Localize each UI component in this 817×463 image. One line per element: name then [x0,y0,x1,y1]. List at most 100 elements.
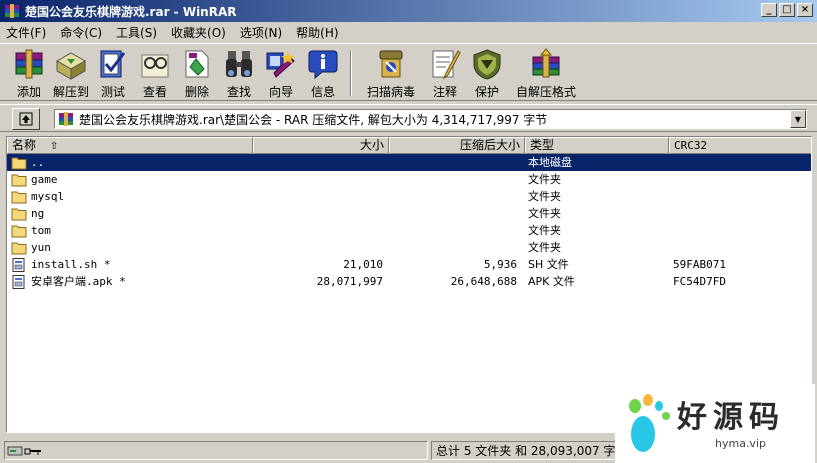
maximize-button[interactable]: □ [779,3,795,17]
folder-icon [11,242,27,254]
test-label: 测试 [100,85,125,99]
path-text: 楚国公会友乐棋牌游戏.rar\楚国公会 - RAR 压缩文件, 解包大小为 4,… [79,112,548,127]
parent-folder-icon [11,157,27,169]
sort-ascending-icon: ⇧ [49,141,59,152]
protect-button[interactable]: 保护 [466,44,508,100]
file-name-cell: mysql [11,188,64,205]
folder-icon [11,191,27,203]
column-type[interactable]: 类型 [525,137,669,154]
comment-button[interactable]: 注释 [424,44,466,100]
file-row[interactable]: ng 文件夹 [7,205,811,222]
delete-label: 删除 [184,85,209,99]
file-name: ng [31,207,45,220]
file-packed-size [387,239,517,256]
file-name-cell: 安卓客户端.apk * [11,273,126,290]
drive-icon [7,446,41,455]
column-name-label: 名称 [12,138,37,152]
file-name: yun [31,241,51,254]
file-row[interactable]: yun 文件夹 [7,239,811,256]
folder-icon [11,208,27,220]
file-type: 本地磁盘 [528,156,572,169]
window-controls: _ □ × [759,3,813,17]
view-button[interactable]: 查看 [134,44,176,100]
file-type: SH 文件 [528,258,569,271]
file-size: 28,071,997 [316,275,383,288]
file-name: .. [31,154,45,171]
watermark-url: hyma.vip [715,437,766,450]
file-type: 文件夹 [528,207,561,220]
column-size[interactable]: 大小 [253,137,389,154]
column-name[interactable]: 名称 ⇧ [7,137,253,154]
file-packed-size [387,154,517,171]
file-name-cell: tom [11,222,51,239]
extract-to-icon [55,52,87,80]
file-type: 文件夹 [528,173,561,186]
close-button[interactable]: × [797,3,813,17]
column-header: 名称 ⇧ 大小 压缩后大小 类型 CRC32 [7,137,811,154]
file-row[interactable]: mysql 文件夹 [7,188,811,205]
comment-icon [432,50,461,80]
arrow-up-icon [19,112,33,126]
delete-icon [185,50,209,78]
file-type: 文件夹 [528,241,561,254]
window-title: 楚国公会友乐棋牌游戏.rar - WinRAR [25,4,237,19]
add-archive-icon [15,49,43,79]
sfx-label: 自解压格式 [515,85,576,99]
menu-file[interactable]: 文件(F) [6,24,46,41]
status-summary: 总计 5 文件夹 和 28,093,007 字节 [436,444,628,458]
file-size [253,171,383,188]
menu-tools[interactable]: 工具(S) [116,24,157,41]
file-size [253,239,383,256]
column-packed[interactable]: 压缩后大小 [389,137,525,154]
up-one-level-button[interactable] [12,108,40,130]
test-button[interactable]: 测试 [92,44,134,100]
sfx-button[interactable]: 自解压格式 [508,44,584,100]
file-row[interactable]: tom 文件夹 [7,222,811,239]
wizard-icon [266,51,295,78]
wizard-button[interactable]: 向导 [260,44,302,100]
file-row[interactable]: .. 本地磁盘 [7,154,811,171]
watermark: 好源码 hyma.vip [615,384,815,463]
file-packed-size [387,205,517,222]
test-icon [100,50,126,78]
menu-help[interactable]: 帮助(H) [296,24,338,41]
file-name-cell: install.sh * [11,256,110,273]
file-size [253,205,383,222]
status-left-panel [4,441,428,460]
file-size [253,154,383,171]
watermark-text: 好源码 [677,400,785,435]
file-type: APK 文件 [528,275,575,288]
address-bar: 楚国公会友乐棋牌游戏.rar\楚国公会 - RAR 压缩文件, 解包大小为 4,… [0,104,817,132]
virus-scan-label: 扫描病毒 [366,85,415,99]
file-name-cell: game [11,171,58,188]
menu-commands[interactable]: 命令(C) [60,24,102,41]
menu-options[interactable]: 选项(N) [240,24,282,41]
path-dropdown-button[interactable]: ▼ [790,110,806,128]
column-crc32[interactable]: CRC32 [669,137,811,154]
path-field[interactable]: 楚国公会友乐棋牌游戏.rar\楚国公会 - RAR 压缩文件, 解包大小为 4,… [54,109,807,129]
file-size: 21,010 [343,258,383,271]
file-packed-size [387,188,517,205]
virus-scan-button[interactable]: 扫描病毒 [358,44,424,100]
file-size [253,222,383,239]
file-size [253,188,383,205]
rar-archive-icon [59,112,73,126]
title-bar[interactable]: 楚国公会友乐棋牌游戏.rar - WinRAR _ □ × [0,0,817,22]
file-type: 文件夹 [528,224,561,237]
file-icon [12,257,25,272]
find-button[interactable]: 查找 [218,44,260,100]
wizard-label: 向导 [268,85,293,99]
info-button[interactable]: 信息 [302,44,344,100]
folder-icon [11,174,27,186]
file-packed-size [387,171,517,188]
file-row[interactable]: install.sh * 21,010 5,936 SH 文件 59FAB071 [7,256,811,273]
comment-label: 注释 [432,85,457,99]
delete-button[interactable]: 删除 [176,44,218,100]
file-row[interactable]: game 文件夹 [7,171,811,188]
file-packed-size [387,222,517,239]
minimize-button[interactable]: _ [761,3,777,17]
file-row[interactable]: 安卓客户端.apk * 28,071,997 26,648,688 APK 文件 FC5… [7,273,811,290]
menu-favorites[interactable]: 收藏夹(O) [171,24,226,41]
add-button[interactable]: 添加 [8,44,50,100]
extract-to-button[interactable]: 解压到 [50,44,92,100]
